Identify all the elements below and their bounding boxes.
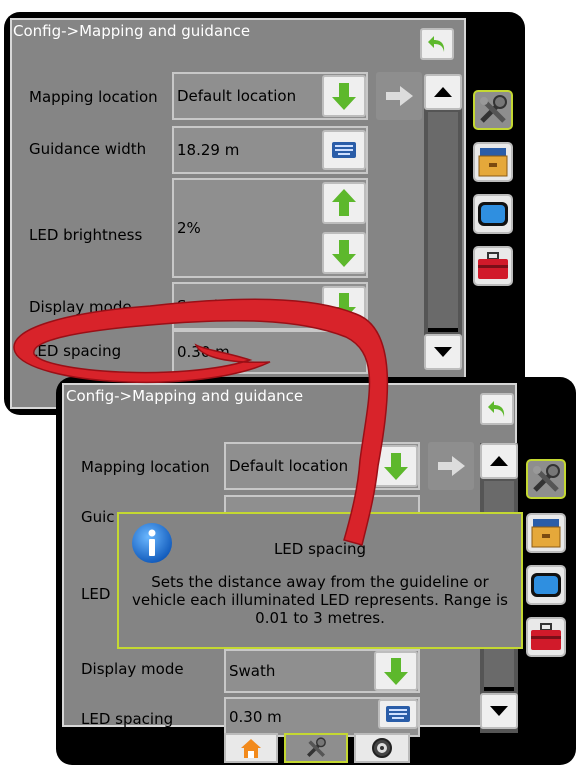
tools-icon bbox=[306, 737, 326, 758]
back-button[interactable] bbox=[480, 393, 514, 425]
led-spacing-label: LED spacing bbox=[81, 710, 174, 728]
guidance-width-keyboard-button[interactable] bbox=[322, 130, 366, 170]
scroll-divider bbox=[428, 328, 458, 332]
tab-data[interactable] bbox=[526, 513, 566, 553]
display-screen-icon bbox=[478, 202, 508, 226]
keyboard-icon bbox=[386, 706, 410, 722]
tab-toolbox[interactable] bbox=[473, 246, 513, 286]
mapping-location-label: Mapping location bbox=[29, 88, 158, 106]
tab-tools[interactable] bbox=[473, 90, 513, 130]
scroll-divider bbox=[484, 687, 514, 691]
page-title: Config->Mapping and guidance bbox=[13, 22, 251, 40]
triangle-down-icon bbox=[490, 706, 508, 716]
display-mode-label: Display mode bbox=[29, 298, 132, 316]
triangle-up-icon bbox=[434, 87, 452, 97]
green-down-arrow-icon bbox=[332, 240, 356, 267]
mapping-location-label: Mapping location bbox=[81, 458, 210, 476]
right-arrow-icon bbox=[386, 86, 413, 106]
display-screen-icon bbox=[531, 573, 561, 597]
led-spacing-field[interactable]: 0.30 m bbox=[172, 330, 368, 374]
nav-gauge[interactable] bbox=[354, 733, 410, 763]
nav-tools[interactable] bbox=[284, 733, 348, 763]
toolbox-icon bbox=[531, 623, 561, 650]
toolbox-icon bbox=[478, 252, 508, 279]
triangle-up-icon bbox=[490, 456, 508, 466]
display-mode-label: Display mode bbox=[81, 660, 184, 678]
green-down-arrow-icon bbox=[384, 453, 408, 480]
gauge-icon bbox=[372, 738, 392, 758]
tab-tools[interactable] bbox=[526, 459, 566, 499]
scrollbar-thumb[interactable] bbox=[428, 112, 458, 328]
tab-display[interactable] bbox=[526, 565, 566, 605]
nav-home[interactable] bbox=[224, 733, 278, 763]
popup-body: Sets the distance away from the guidelin… bbox=[132, 573, 508, 627]
data-files-icon bbox=[531, 519, 561, 548]
display-mode-down-button[interactable] bbox=[322, 286, 366, 326]
scroll-up-button[interactable] bbox=[480, 443, 518, 479]
tab-toolbox[interactable] bbox=[526, 617, 566, 657]
page-title: Config->Mapping and guidance bbox=[66, 387, 304, 405]
triangle-down-icon bbox=[434, 347, 452, 357]
right-arrow-icon bbox=[438, 456, 465, 476]
green-down-arrow-icon bbox=[384, 658, 408, 685]
mapping-location-down-button[interactable] bbox=[374, 445, 418, 487]
tools-icon bbox=[480, 95, 507, 123]
next-button[interactable] bbox=[428, 442, 474, 490]
display-mode-down-button[interactable] bbox=[374, 651, 418, 691]
scroll-down-button[interactable] bbox=[480, 693, 518, 729]
scroll-down-button[interactable] bbox=[424, 334, 462, 370]
guidance-width-label: Guic bbox=[81, 508, 115, 526]
green-down-arrow-icon bbox=[332, 293, 356, 320]
back-arrow-icon bbox=[428, 36, 445, 52]
info-popup: LED spacing Sets the distance away from … bbox=[117, 512, 523, 649]
led-spacing-keyboard-button[interactable] bbox=[378, 699, 418, 729]
led-spacing-label: LED spacing bbox=[29, 342, 122, 360]
tab-data[interactable] bbox=[473, 142, 513, 182]
keyboard-icon bbox=[332, 142, 356, 158]
back-arrow-icon bbox=[488, 401, 505, 417]
guidance-width-label: Guidance width bbox=[29, 140, 147, 158]
green-up-arrow-icon bbox=[332, 189, 356, 216]
home-icon bbox=[241, 739, 261, 758]
led-brightness-down-button[interactable] bbox=[322, 232, 366, 274]
popup-title: LED spacing bbox=[273, 540, 367, 558]
back-button[interactable] bbox=[420, 28, 454, 60]
mapping-location-down-button[interactable] bbox=[322, 75, 366, 117]
scroll-up-button[interactable] bbox=[424, 74, 462, 110]
next-button[interactable] bbox=[376, 72, 422, 120]
led-brightness-label: LED bbox=[81, 585, 111, 603]
led-brightness-up-button[interactable] bbox=[322, 182, 366, 224]
led-brightness-label: LED brightness bbox=[29, 226, 143, 244]
tools-icon bbox=[533, 464, 560, 492]
config-screen-back: Config->Mapping and guidance Mapping loc… bbox=[4, 12, 525, 415]
tab-display[interactable] bbox=[473, 194, 513, 234]
data-files-icon bbox=[478, 148, 508, 177]
green-down-arrow-icon bbox=[332, 83, 356, 110]
